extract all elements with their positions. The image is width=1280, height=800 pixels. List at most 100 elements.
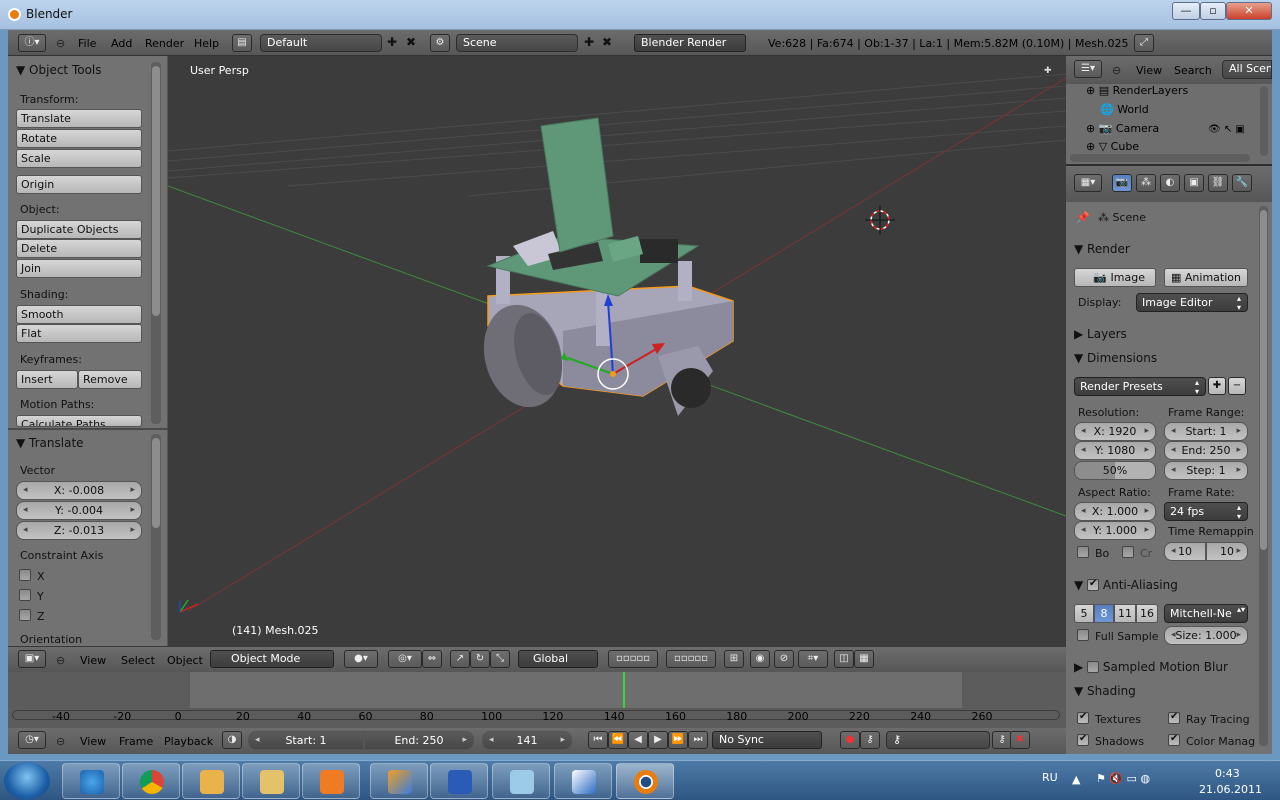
vector-x-field[interactable]: ◂ X: -0.008 ▸ (16, 481, 142, 500)
duplicate-objects-button[interactable]: Duplicate Objects (16, 220, 142, 239)
auto-keying-icon[interactable]: ● (840, 731, 860, 749)
current-frame-field[interactable]: ◂ 141 ▸ (482, 731, 572, 750)
toolshelf-scrollbar[interactable] (151, 62, 161, 424)
sync-mode-select[interactable]: No Sync (712, 731, 822, 749)
properties-scrollbar[interactable] (1259, 206, 1268, 746)
visibility-eye-icon[interactable]: 👁 ↖ ▣ (1208, 124, 1245, 135)
jump-prev-key-icon[interactable]: ⏪ (608, 731, 628, 749)
snap-element-icon[interactable]: ⌗▾ (798, 650, 828, 668)
editor-type-icon[interactable]: ⓘ▾ (18, 34, 46, 52)
taskbar-app1[interactable] (370, 763, 428, 799)
ray-tracing-checkbox[interactable] (1168, 711, 1180, 724)
proportional-edit-icon[interactable]: ◉ (750, 650, 770, 668)
shadows-checkbox[interactable] (1077, 733, 1089, 746)
render-presets-select[interactable]: Render Presets (1074, 377, 1206, 396)
outliner-collapse-icon[interactable]: ⊖ (1112, 64, 1121, 77)
snap-toggle-icon[interactable]: ⊘ (774, 650, 794, 668)
translate-manipulator-icon[interactable]: ↗ (450, 650, 470, 668)
play-icon[interactable]: ▶ (648, 731, 668, 749)
taskbar-blender[interactable] (616, 763, 674, 799)
outliner-item-renderlayers[interactable]: ⊕ ▤ RenderLayers (1086, 84, 1188, 103)
translate-panel-header[interactable]: ▼ Translate (16, 436, 84, 450)
menu-add[interactable]: Add (111, 37, 132, 50)
render-anim-icon[interactable]: ▦ (854, 650, 874, 668)
frame-rate-select[interactable]: 24 fps (1164, 502, 1248, 521)
scale-manipulator-icon[interactable]: ⤡ (490, 650, 510, 668)
calculate-paths-button[interactable]: Calculate Paths (16, 415, 142, 427)
preview-range-icon[interactable]: ◑ (222, 731, 242, 749)
frame-end-field[interactable]: ◂ End: 250 ▸ (1164, 441, 1248, 460)
aa-samples-11[interactable]: 11 (1114, 604, 1136, 623)
pivot-point-icon[interactable]: ◎▾ (388, 650, 422, 668)
end-frame-field[interactable]: End: 250 ▸ (364, 731, 474, 750)
frame-start-field[interactable]: ◂ Start: 1 ▸ (1164, 422, 1248, 441)
render-image-button[interactable]: 📷 Image (1074, 268, 1156, 287)
clock-time[interactable]: 0:43 (1215, 767, 1240, 780)
rotate-button[interactable]: Rotate (16, 129, 142, 148)
constraint-z-checkbox[interactable] (19, 609, 31, 621)
operator-scrollbar[interactable] (151, 434, 161, 640)
resolution-percentage-slider[interactable]: 50% (1074, 461, 1156, 480)
border-checkbox[interactable] (1077, 546, 1089, 558)
clock-date[interactable]: 21.06.2011 (1199, 783, 1262, 796)
timeline-editor-type-icon[interactable]: ◷▾ (18, 731, 46, 749)
jump-start-icon[interactable]: ⏮ (588, 731, 608, 749)
constraint-y-checkbox[interactable] (19, 589, 31, 601)
join-button[interactable]: Join (16, 259, 142, 278)
aspect-y-field[interactable]: ◂ Y: 1.000 ▸ (1074, 521, 1156, 540)
timeline-scrollbar[interactable] (12, 710, 1060, 720)
scene-field[interactable]: Scene (456, 34, 578, 52)
viewport-editor-type-icon[interactable]: ▣▾ (18, 650, 46, 668)
properties-scroll-thumb[interactable] (1260, 210, 1267, 550)
tl-menu-playback[interactable]: Playback (164, 735, 213, 748)
keying-set-icon[interactable]: ⚷ (860, 731, 880, 749)
lock-layers-icon[interactable]: ⊞ (724, 650, 744, 668)
outliner-item-cube[interactable]: ⊕ ▽ Cube (1086, 140, 1139, 152)
menu-file[interactable]: File (78, 37, 96, 50)
outliner-editor-type-icon[interactable]: ☰▾ (1074, 60, 1102, 78)
translate-button[interactable]: Translate (16, 109, 142, 128)
layers-grid-a[interactable]: ▫▫▫▫▫ (608, 650, 658, 668)
toolshelf-scroll-thumb[interactable] (152, 66, 160, 316)
vp-menu-view[interactable]: View (80, 654, 106, 667)
tray-icons[interactable]: ⚑ 🔇 ▭ ◍ (1096, 772, 1150, 785)
textures-checkbox[interactable] (1077, 711, 1089, 724)
add-layout-icon[interactable]: ✚ (387, 35, 397, 49)
viewport-corner-icon[interactable]: ✚ (1044, 66, 1052, 76)
remap-old-field[interactable]: ◂ 10 (1164, 542, 1206, 561)
remove-scene-icon[interactable]: ✖ (602, 35, 612, 49)
start-frame-field[interactable]: ◂ Start: 1 (248, 731, 364, 750)
outliner-item-camera[interactable]: ⊕ 📷 Camera (1086, 122, 1159, 141)
operator-scroll-thumb[interactable] (152, 438, 160, 528)
outliner-item-world[interactable]: 🌐 World (1100, 103, 1149, 122)
delete-button[interactable]: Delete (16, 239, 142, 258)
3d-viewport[interactable]: User Persp (141) Mesh.025 ✚ (168, 56, 1066, 646)
taskbar-mail[interactable] (182, 763, 240, 799)
resolution-x-field[interactable]: ◂ X: 1920 ▸ (1074, 422, 1156, 441)
motion-blur-checkbox[interactable] (1087, 661, 1100, 673)
outliner-menu-view[interactable]: View (1136, 64, 1162, 77)
shading-section-header[interactable]: ▼ Shading (1074, 684, 1136, 698)
insert-key-icon[interactable]: ⚷ (992, 731, 1012, 749)
jump-end-icon[interactable]: ⏭ (688, 731, 708, 749)
constraint-x-checkbox[interactable] (19, 569, 31, 581)
start-button[interactable] (4, 762, 50, 800)
crop-checkbox[interactable] (1122, 546, 1134, 558)
layers-grid-b[interactable]: ▫▫▫▫▫ (666, 650, 716, 668)
render-engine-select[interactable]: Blender Render (634, 34, 746, 52)
keying-set-field[interactable]: ⚷ (886, 731, 990, 749)
taskbar-ie[interactable] (62, 763, 120, 799)
aa-samples-16[interactable]: 16 (1136, 604, 1158, 623)
minimize-button[interactable]: — (1172, 2, 1200, 20)
transform-orientation-select[interactable]: Global (518, 650, 598, 668)
full-sample-checkbox[interactable] (1077, 629, 1089, 641)
pin-icon[interactable]: 📌 (1076, 211, 1090, 224)
remove-preset-icon[interactable]: − (1228, 377, 1246, 395)
outliner-scope-select[interactable]: All Scene (1222, 60, 1272, 79)
vector-y-field[interactable]: ◂ Y: -0.004 ▸ (16, 501, 142, 520)
render-section-header[interactable]: ▼ Render (1074, 242, 1130, 256)
collapse-menu-icon[interactable]: ⊖ (56, 37, 65, 50)
scale-button[interactable]: Scale (16, 149, 142, 168)
shading-mode-icon[interactable]: ●▾ (344, 650, 378, 668)
add-scene-icon[interactable]: ✚ (584, 35, 594, 49)
